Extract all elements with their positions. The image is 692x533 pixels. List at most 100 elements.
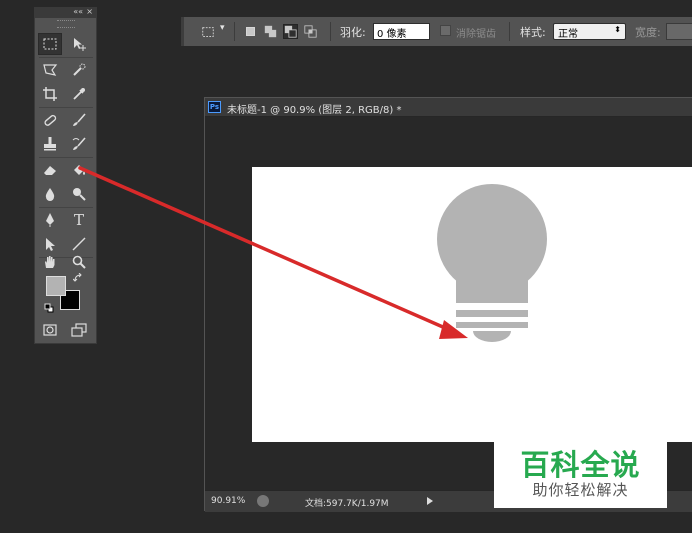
watermark-subtitle: 助你轻松解决 [532,481,629,499]
history-brush-icon [72,137,86,150]
add-selection-button[interactable] [263,24,278,39]
photoshop-logo-icon: Ps [208,101,221,113]
zoom-tool[interactable] [67,251,91,273]
stamp-icon [44,137,56,151]
crop-tool[interactable] [38,83,62,105]
type-tool[interactable]: T [67,209,91,231]
tool-row [38,83,94,105]
pen-tool[interactable] [38,209,62,231]
history-brush-tool[interactable] [67,133,91,155]
quick-select-tool[interactable] [67,59,91,81]
intersect-selection-button[interactable] [303,24,318,39]
width-label: 宽度: [635,26,661,39]
antialias-checkbox[interactable] [440,25,451,36]
tool-row [38,183,94,205]
play-arrow-icon[interactable] [427,497,433,505]
tool-divider [39,207,93,208]
zoom-level[interactable]: 90.91% [211,496,245,506]
pen-icon [46,213,54,227]
tool-divider [39,157,93,158]
screen-mode-icon [71,323,87,337]
tool-row [38,33,94,55]
options-divider [509,22,510,41]
new-selection-icon [246,27,255,36]
antialias-label: 消除锯齿 [456,29,496,40]
blur-icon [45,188,55,201]
new-selection-button[interactable] [243,24,258,39]
close-icon[interactable]: × [86,7,93,16]
style-select[interactable]: 正常 ⬍ [553,23,626,40]
zoom-badge-icon [257,495,269,507]
feather-input[interactable]: 0 像素 [373,23,430,40]
options-bar: ▾ 羽化: 0 像素 消除锯齿 样式: 正常 ⬍ 宽度: [181,17,692,46]
hand-tool[interactable] [38,251,62,273]
document-title: 未标题-1 @ 90.9% (图层 2, RGB/8) * [227,105,402,116]
lightbulb-icon [437,184,547,342]
foreground-color-swatch[interactable] [46,276,66,296]
rect-marquee-icon [43,38,57,50]
collapse-icon[interactable]: «« [73,7,83,16]
options-divider [330,22,331,41]
tool-row: T [38,209,94,231]
healing-brush-icon [44,114,57,126]
zoom-icon [72,255,86,269]
tools-panel: «« × T [34,7,97,344]
move-icon [74,38,86,51]
quick-select-icon [73,63,86,76]
move-tool[interactable] [67,33,91,55]
quick-mask-icon [43,324,57,336]
rect-marquee-icon [201,26,214,37]
type-icon: T [73,211,84,229]
tools-panel-header[interactable]: «« × [35,7,96,18]
dodge-tool[interactable] [67,183,91,205]
watermark: 百科全说 助你轻松解决 [494,441,667,508]
eyedropper-tool[interactable] [67,83,91,105]
tool-divider [39,57,93,58]
healing-brush-tool[interactable] [38,109,62,131]
subtract-selection-icon [284,25,297,38]
document-tab[interactable]: Ps 未标题-1 @ 90.9% (图层 2, RGB/8) * [205,98,692,117]
add-selection-icon [264,25,277,38]
blur-tool[interactable] [38,183,62,205]
screen-mode-button[interactable] [67,319,91,341]
clone-stamp-tool[interactable] [38,133,62,155]
default-colors-icon[interactable] [44,303,54,313]
rect-marquee-tool[interactable] [38,33,62,55]
watermark-title: 百科全说 [520,448,641,482]
tool-row [38,133,94,155]
eraser-icon [44,166,56,175]
panel-grip[interactable] [56,20,75,28]
swap-colors-icon[interactable] [73,273,83,283]
tool-row [38,109,94,131]
eyedropper-icon [73,88,85,100]
chevron-down-icon[interactable]: ▾ [220,23,225,33]
paint-bucket-tool[interactable] [67,159,91,181]
tool-row [38,59,94,81]
tool-row [38,159,94,181]
style-label: 样式: [520,26,546,39]
intersect-selection-icon [304,25,317,38]
feather-label: 羽化: [340,26,366,39]
style-select-value: 正常 [558,29,578,40]
line-icon [72,237,86,251]
eraser-tool[interactable] [38,159,62,181]
brush-icon [73,113,86,126]
image-canvas[interactable] [252,167,692,442]
options-divider [234,22,235,41]
document-info: 文档:597.7K/1.97M [305,499,389,509]
width-input[interactable] [666,23,692,40]
subtract-selection-button[interactable] [283,24,298,39]
polygon-lasso-icon [43,64,58,76]
brush-tool[interactable] [67,109,91,131]
tool-row [38,251,94,273]
tool-preset-picker[interactable] [200,24,215,39]
quick-mask-button[interactable] [38,319,62,341]
path-select-icon [46,238,55,251]
dodge-icon [73,188,86,201]
crop-icon [43,87,57,101]
tool-divider [39,107,93,108]
hand-icon [45,256,55,268]
updown-arrows-icon: ⬍ [614,25,621,34]
paint-bucket-icon [74,165,85,175]
lasso-tool[interactable] [38,59,62,81]
